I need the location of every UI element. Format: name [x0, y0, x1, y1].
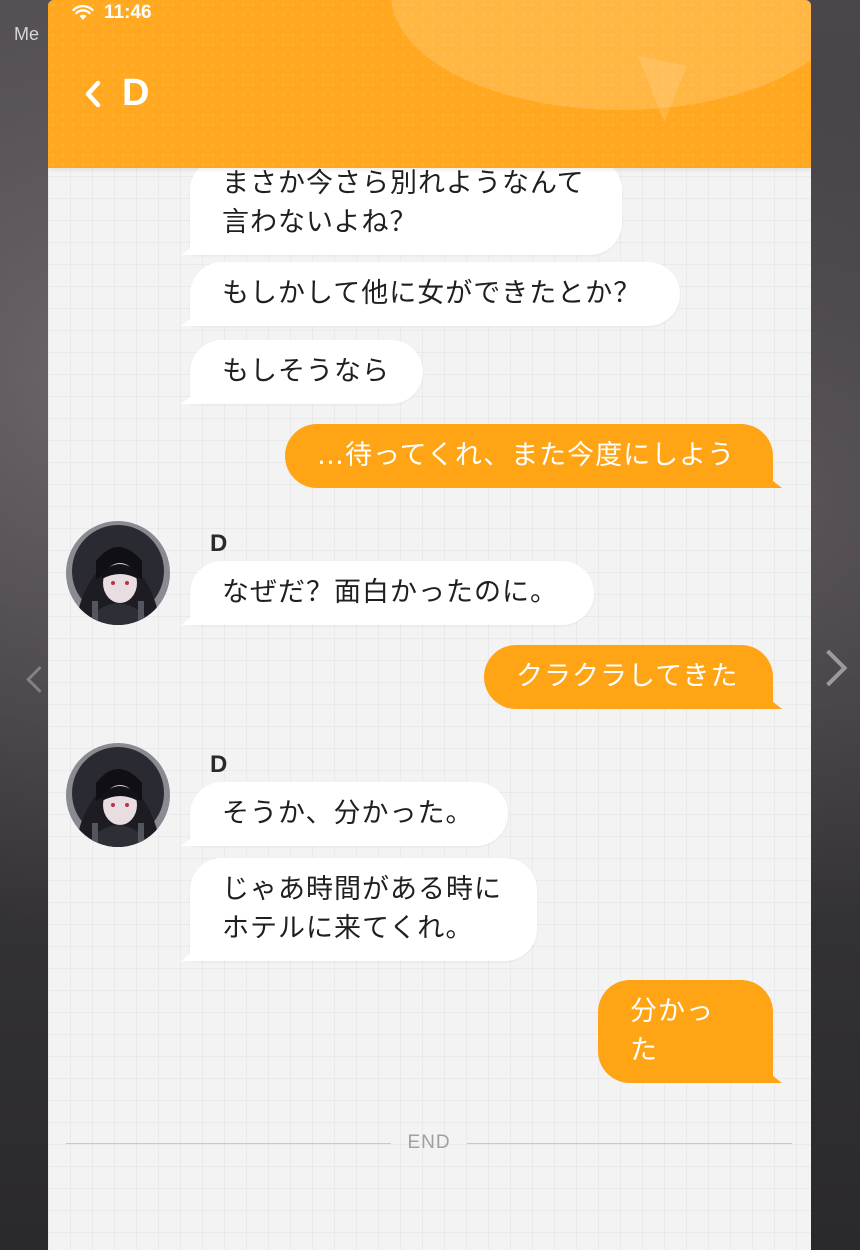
- chat-header: 11:46 D: [48, 0, 811, 168]
- header-decoration-tail: [625, 55, 687, 125]
- message-bubble-incoming: なぜだ？面白かったのに。: [190, 561, 594, 625]
- avatar-portrait-icon: [66, 521, 170, 625]
- message-bubble-incoming: そうか、分かった。: [190, 782, 508, 846]
- divider-line: [466, 1142, 792, 1144]
- conversation-end-divider: END: [66, 1128, 792, 1158]
- message-bubble-incoming: もしかして他に女ができたとか？: [190, 262, 680, 326]
- contact-avatar[interactable]: [66, 743, 170, 847]
- status-bar: 11:46: [72, 0, 152, 26]
- sender-name: D: [210, 530, 228, 557]
- contact-name-title: D: [122, 72, 150, 114]
- status-time: 11:46: [104, 2, 152, 23]
- message-bubble-incoming: もしそうなら: [190, 340, 423, 404]
- background-menu-text: Me: [14, 24, 40, 44]
- avatar-portrait-icon: [66, 743, 170, 847]
- message-bubble-outgoing: …待ってくれ、また今度にしよう: [285, 424, 773, 488]
- back-chevron-icon[interactable]: [82, 79, 104, 109]
- message-list[interactable]: まさか今さら別れようなんて 言わないよね？ もしかして他に女ができたとか？ もし…: [48, 0, 811, 1250]
- header-title-row: D: [82, 72, 149, 115]
- message-bubble-incoming: まさか今さら別れようなんて 言わないよね？: [190, 158, 622, 255]
- message-bubble-incoming: じゃあ時間がある時に ホテルに来てくれ。: [190, 858, 537, 961]
- message-bubble-outgoing: 分かった: [598, 980, 773, 1083]
- wifi-icon: [72, 5, 94, 20]
- chat-window: 11:46 D まさか今さら別れようなんて 言わないよね？ もしかして他に女がで…: [48, 0, 811, 1250]
- contact-avatar[interactable]: [66, 521, 170, 625]
- header-decoration: [391, 0, 811, 110]
- sender-name: D: [210, 751, 228, 778]
- end-label: END: [407, 1132, 451, 1153]
- divider-line: [66, 1142, 392, 1144]
- message-bubble-outgoing: クラクラしてきた: [484, 645, 773, 709]
